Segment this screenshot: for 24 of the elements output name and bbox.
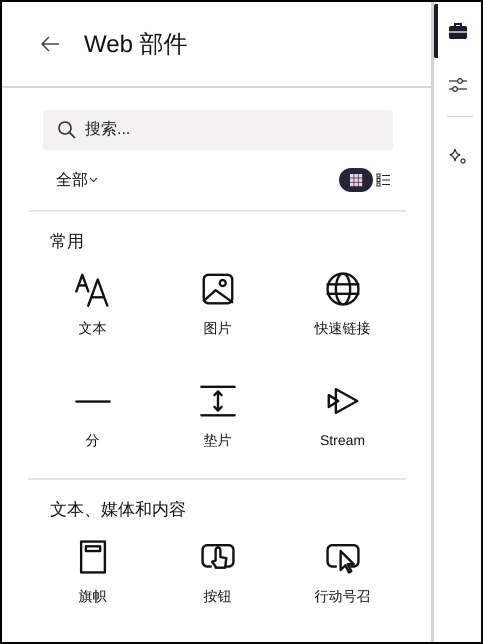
grid-view-button[interactable] [339,168,373,192]
web-part-label[interactable]: 旗帜 [78,588,106,606]
category-dropdown[interactable]: 全部 [56,170,98,190]
web-part-label[interactable]: 文本 [78,320,106,338]
web-part-label[interactable]: 垫片 [204,432,232,450]
panel-title: Web 部件 [84,30,188,60]
web-part-label[interactable]: 按钮 [204,588,232,606]
grid-icon [348,172,364,188]
divider-icon [74,400,112,402]
search-field[interactable]: 搜索... [43,110,393,150]
web-part-label[interactable]: 行动号召 [314,588,370,606]
section-heading: 文本、媒体和内容 [50,499,187,521]
list-icon [376,172,390,188]
web-part-label[interactable]: Stream [320,432,366,448]
toolbox-icon [448,21,468,41]
web-part-label[interactable]: 快速链接 [314,320,370,338]
chevron-down-icon [89,177,98,183]
globe-icon [324,270,362,308]
web-part-label[interactable]: 分 [86,432,100,450]
section-heading: 常用 [50,231,85,253]
sliders-icon [448,75,468,95]
search-icon [57,120,77,140]
web-part-label[interactable]: 图片 [204,320,232,338]
sparkle-icon [448,146,468,166]
